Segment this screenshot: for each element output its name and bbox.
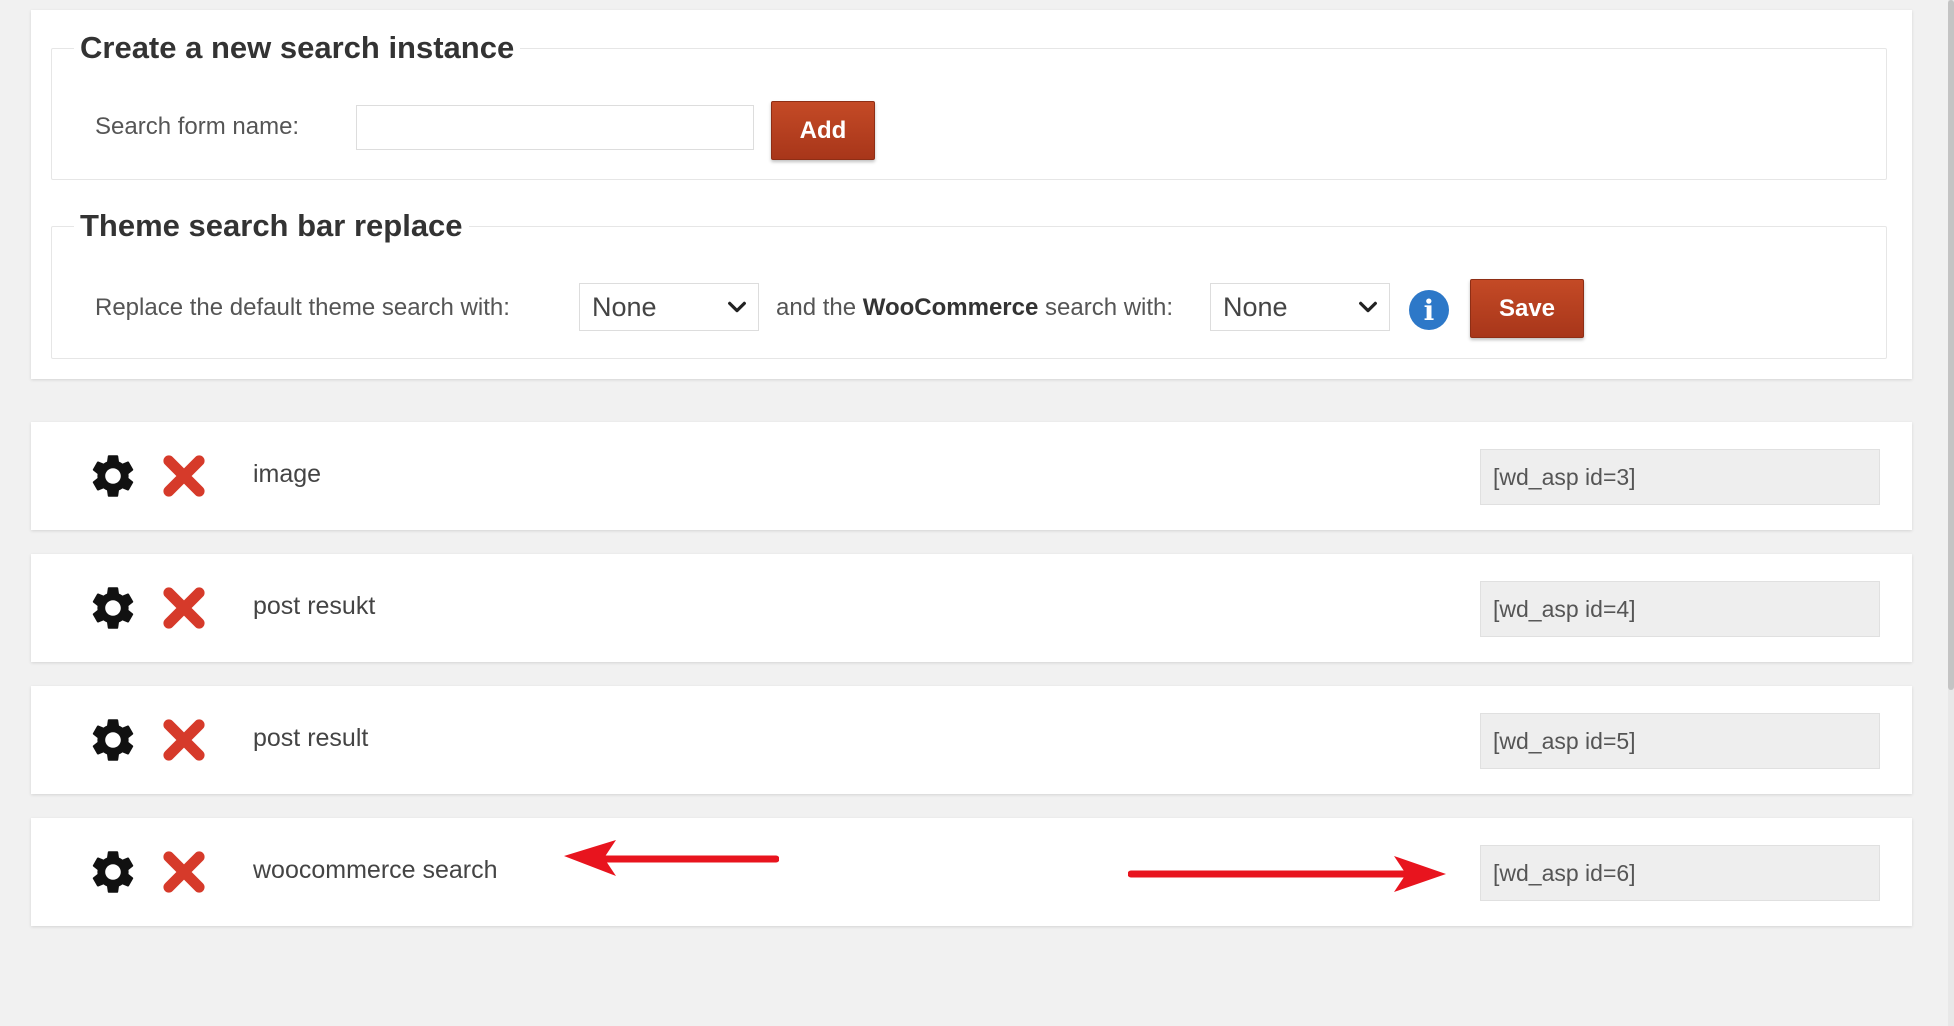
shortcode-field[interactable]: [wd_asp id=6] [1480,845,1880,901]
close-icon[interactable] [158,582,210,634]
save-button[interactable]: Save [1470,279,1584,338]
woocommerce-label-prefix: and the [776,294,857,321]
search-instance-row: woocommerce search [wd_asp id=6] [31,818,1912,926]
theme-search-replace-section: Theme search bar replace [51,208,1887,359]
theme-search-replace-title: Theme search bar replace [80,208,463,243]
search-instance-name: image [253,460,322,488]
replace-default-label: Replace the default theme search with: [95,294,510,321]
chevron-down-icon [1359,301,1377,313]
chevron-down-icon [728,301,746,313]
search-settings-panel: Create a new search instance Search form… [31,10,1912,379]
gear-icon[interactable] [87,582,139,634]
shortcode-field[interactable]: [wd_asp id=4] [1480,581,1880,637]
create-instance-section: Create a new search instance [51,30,1887,180]
close-icon[interactable] [158,450,210,502]
theme-search-select-value: None [592,291,657,322]
add-button[interactable]: Add [771,101,875,160]
search-instance-name: post result [253,724,369,752]
gear-icon[interactable] [87,714,139,766]
close-icon[interactable] [158,846,210,898]
create-instance-title: Create a new search instance [80,30,515,65]
woocommerce-search-select-value: None [1223,291,1288,322]
search-instance-row: post result [wd_asp id=5] [31,686,1912,794]
search-instance-row: post resukt [wd_asp id=4] [31,554,1912,662]
search-instance-row: image [wd_asp id=3] [31,422,1912,530]
gear-icon[interactable] [87,846,139,898]
theme-search-select[interactable]: None [579,283,759,331]
search-form-name-input[interactable] [356,105,754,150]
arrow-right-annotation-icon [1128,856,1446,892]
search-instance-name: woocommerce search [253,856,498,884]
search-instance-name: post resukt [253,592,376,620]
shortcode-field[interactable]: [wd_asp id=3] [1480,449,1880,505]
shortcode-field[interactable]: [wd_asp id=5] [1480,713,1880,769]
close-icon[interactable] [158,714,210,766]
search-form-name-label: Search form name: [95,113,300,140]
woocommerce-label-suffix: search with: [1045,294,1174,321]
arrow-left-annotation-icon [564,840,779,876]
woocommerce-search-label: and the WooCommerce search with: [776,294,1173,322]
scrollbar-thumb[interactable] [1948,0,1954,690]
gear-icon[interactable] [87,450,139,502]
info-icon[interactable]: i [1409,290,1449,330]
woocommerce-search-select[interactable]: None [1210,283,1390,331]
woocommerce-label-bold: WooCommerce [862,294,1039,321]
